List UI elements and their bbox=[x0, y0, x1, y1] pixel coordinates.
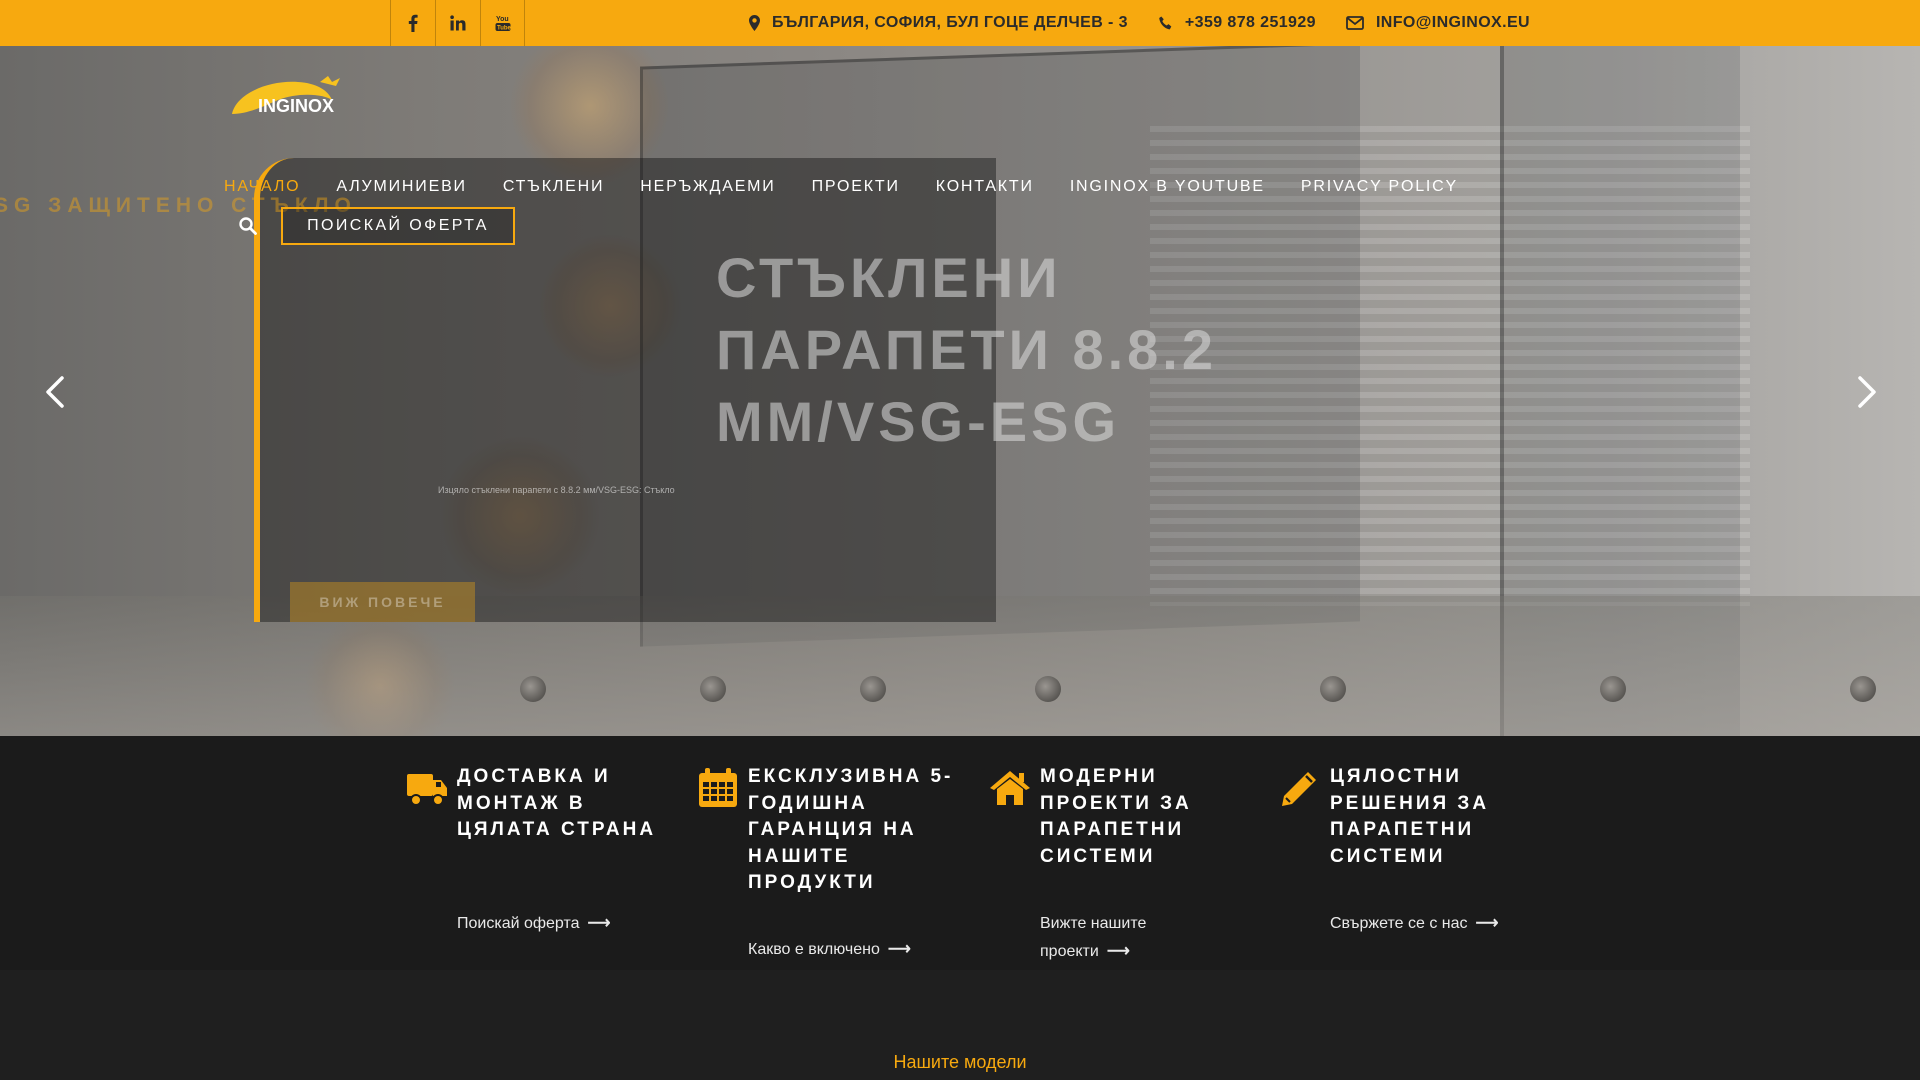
feature-link-label[interactable]: Какво е включено bbox=[748, 941, 880, 958]
feature-link-label[interactable]: Свържете се с нас bbox=[1330, 915, 1468, 932]
phone-icon bbox=[1159, 15, 1172, 29]
envelope-icon bbox=[1346, 16, 1364, 30]
nav-item-aluminium[interactable]: АЛУМИНИЕВИ bbox=[336, 178, 466, 196]
chevron-right-icon[interactable] bbox=[1846, 370, 1886, 414]
nav-item-glass[interactable]: СТЪКЛЕНИ bbox=[503, 178, 604, 196]
linkedin-icon bbox=[450, 15, 466, 31]
chevron-left-icon[interactable] bbox=[36, 370, 76, 414]
home-icon bbox=[990, 771, 1030, 805]
feature-title: ДОСТАВКА И МОНТАЖ В ЦЯЛАТА СТРАНА bbox=[457, 766, 657, 840]
hero-background-bolts bbox=[0, 676, 1920, 716]
request-quote-button[interactable]: ПОИСКАЙ ОФЕРТА bbox=[281, 207, 515, 245]
arrow-right-icon: ⟶ bbox=[887, 941, 911, 958]
feature-title: ЕКСКЛУЗИВНА 5-ГОДИШНА ГАРАНЦИЯ НА НАШИТЕ… bbox=[748, 766, 954, 893]
feature-link-label[interactable]: Вижте нашите проекти bbox=[1040, 915, 1146, 960]
models-section: Нашите модели bbox=[0, 970, 1920, 1080]
nav-item-projects[interactable]: ПРОЕКТИ bbox=[812, 178, 900, 196]
nav-item-privacy[interactable]: PRIVACY POLICY bbox=[1301, 178, 1458, 196]
youtube-icon: You Tube bbox=[495, 16, 511, 32]
feature-title: ЦЯЛОСТНИ РЕШЕНИЯ ЗА ПАРАПЕТНИ СИСТЕМИ bbox=[1330, 766, 1490, 867]
map-marker-icon bbox=[749, 15, 761, 31]
nav-item-home[interactable]: НАЧАЛО bbox=[224, 178, 300, 196]
slide-subtitle: Изцяло стъклени парапети с 8.8.2 мм/VSG-… bbox=[438, 485, 675, 495]
facebook-icon bbox=[408, 14, 418, 32]
inginox-logo[interactable]: INGINOX bbox=[228, 70, 348, 120]
slide-title: СТЪКЛЕНИ ПАРАПЕТИ 8.8.2 ММ/VSG-ESG bbox=[716, 246, 1217, 453]
feature-title: МОДЕРНИ ПРОЕКТИ ЗА ПАРАПЕТНИ СИСТЕМИ bbox=[1040, 766, 1192, 867]
top-bar: You Tube БЪЛГАРИЯ, СОФИЯ, БУЛ ГОЦЕ ДЕЛЧЕВ… bbox=[0, 0, 1920, 46]
features-section: ДОСТАВКА И МОНТАЖ В ЦЯЛАТА СТРАНА Поиска… bbox=[0, 736, 1920, 970]
arrow-right-icon: ⟶ bbox=[587, 915, 611, 932]
logo-text: INGINOX bbox=[258, 96, 334, 116]
see-more-button[interactable]: ВИЖ ПОВЕЧЕ bbox=[290, 582, 475, 622]
feature-link-included[interactable]: Какво е включено ⟶ bbox=[748, 936, 938, 964]
search-icon[interactable] bbox=[238, 216, 258, 236]
pencil-icon bbox=[1282, 772, 1316, 806]
feature-link-label[interactable]: Поискай оферта bbox=[457, 915, 580, 932]
truck-icon bbox=[407, 774, 447, 806]
email-item[interactable]: INFO@INGINOX.EU bbox=[1346, 14, 1530, 32]
social-links: You Tube bbox=[390, 0, 525, 46]
feature-link-projects[interactable]: Вижте нашите проекти ⟶ bbox=[1040, 910, 1230, 966]
address-text: БЪЛГАРИЯ, СОФИЯ, БУЛ ГОЦЕ ДЕЛЧЕВ - 3 bbox=[772, 14, 1128, 31]
main-navigation: НАЧАЛО АЛУМИНИЕВИ СТЪКЛЕНИ НЕРЪЖДАЕМИ ПР… bbox=[224, 178, 1494, 196]
facebook-link[interactable] bbox=[390, 0, 435, 46]
email-text[interactable]: INFO@INGINOX.EU bbox=[1376, 14, 1530, 32]
youtube-link[interactable]: You Tube bbox=[480, 0, 525, 46]
phone-text[interactable]: +359 878 251929 bbox=[1185, 14, 1316, 32]
address-item: БЪЛГАРИЯ, СОФИЯ, БУЛ ГОЦЕ ДЕЛЧЕВ - 3 bbox=[749, 14, 1128, 32]
calendar-icon bbox=[699, 768, 737, 807]
linkedin-link[interactable] bbox=[435, 0, 480, 46]
nav-item-stainless[interactable]: НЕРЪЖДАЕМИ bbox=[640, 178, 775, 196]
nav-item-contacts[interactable]: КОНТАКТИ bbox=[936, 178, 1034, 196]
feature-link-quote[interactable]: Поискай оферта ⟶ bbox=[457, 910, 647, 938]
phone-item[interactable]: +359 878 251929 bbox=[1158, 14, 1316, 32]
contact-info: БЪЛГАРИЯ, СОФИЯ, БУЛ ГОЦЕ ДЕЛЧЕВ - 3 +35… bbox=[749, 0, 1530, 46]
models-heading: Нашите модели bbox=[893, 1052, 1027, 1072]
nav-item-youtube[interactable]: INGINOX В YOUTUBE bbox=[1070, 178, 1265, 196]
svg-text:Tube: Tube bbox=[497, 26, 511, 32]
svg-text:You: You bbox=[496, 16, 509, 23]
arrow-right-icon: ⟶ bbox=[1475, 915, 1499, 932]
feature-link-contact[interactable]: Свържете се с нас ⟶ bbox=[1330, 910, 1520, 938]
arrow-right-icon: ⟶ bbox=[1106, 943, 1130, 960]
